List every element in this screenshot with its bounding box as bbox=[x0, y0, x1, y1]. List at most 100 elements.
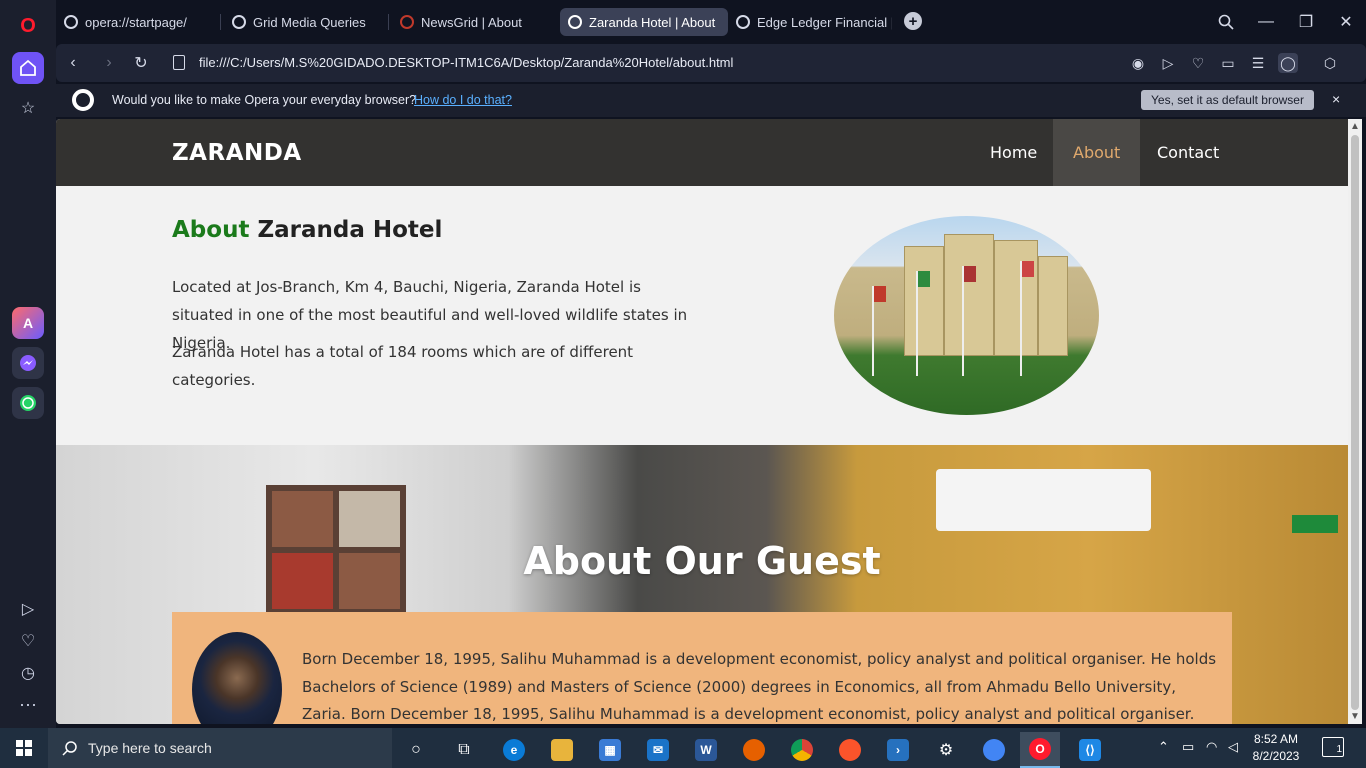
search-placeholder: Type here to search bbox=[88, 740, 212, 756]
new-tab-button[interactable]: + bbox=[904, 12, 922, 30]
globe-icon bbox=[232, 15, 246, 29]
tab-strip: opera://startpage/ Grid Media Queries Ne… bbox=[56, 0, 1366, 44]
web-viewport: ZARANDA Home About Contact About Zaranda… bbox=[56, 119, 1348, 724]
extensions-icon[interactable]: ⬡ bbox=[1320, 53, 1340, 73]
tab-title: Grid Media Queries bbox=[253, 14, 366, 30]
taskbar-search[interactable]: Type here to search bbox=[48, 728, 392, 768]
windows-taskbar: Type here to search ○ ⧉ e ▦ ✉ W › ⚙ O ⟨⟩… bbox=[0, 728, 1366, 768]
home-icon[interactable] bbox=[12, 52, 44, 84]
about-heading: About Zaranda Hotel bbox=[172, 217, 442, 243]
air-conditioner-image bbox=[936, 469, 1151, 531]
close-window-button[interactable]: ✕ bbox=[1334, 10, 1358, 34]
scroll-up-arrow-icon[interactable]: ▲ bbox=[1350, 121, 1360, 132]
aria-icon[interactable]: A bbox=[12, 307, 44, 339]
search-icon bbox=[62, 741, 77, 756]
tab-title: Edge Ledger Financial | Ac bbox=[757, 14, 892, 30]
page-scrollbar[interactable]: ▲ ▼ bbox=[1348, 119, 1362, 724]
tray-chevron-icon[interactable]: ⌃ bbox=[1158, 739, 1169, 755]
minimize-button[interactable]: — bbox=[1254, 10, 1278, 34]
scroll-down-arrow-icon[interactable]: ▼ bbox=[1350, 711, 1360, 722]
opera-taskbar-icon[interactable]: O bbox=[1020, 732, 1060, 768]
notification-count: 1 bbox=[1336, 744, 1342, 755]
word-icon[interactable]: W bbox=[686, 732, 726, 768]
nav-link-contact[interactable]: Contact bbox=[1137, 119, 1239, 186]
camera-icon[interactable]: ◉ bbox=[1128, 53, 1148, 73]
notification-button[interactable]: 1 bbox=[1322, 737, 1344, 757]
chrome-profile-icon[interactable] bbox=[974, 732, 1014, 768]
nav-link-about[interactable]: About bbox=[1053, 119, 1141, 186]
tab-title: NewsGrid | About bbox=[421, 14, 522, 30]
opera-sidebar: O ☆ A ▷ ♡ ◷ ··· bbox=[0, 0, 56, 728]
whatsapp-icon[interactable] bbox=[12, 387, 44, 419]
restore-button[interactable]: ❐ bbox=[1294, 10, 1318, 34]
banner-help-link[interactable]: How do I do that? bbox=[414, 93, 512, 107]
send-icon[interactable]: ▷ bbox=[1158, 53, 1178, 73]
firefox-icon[interactable] bbox=[734, 732, 774, 768]
store-icon[interactable]: ▦ bbox=[590, 732, 630, 768]
globe-icon bbox=[736, 15, 750, 29]
set-default-button[interactable]: Yes, set it as default browser bbox=[1141, 90, 1314, 110]
about-heading-accent: About bbox=[172, 217, 250, 243]
about-heading-rest: Zaranda Hotel bbox=[257, 217, 443, 243]
tab-zaranda-about[interactable]: Zaranda Hotel | About bbox=[560, 8, 728, 36]
nav-link-home[interactable]: Home bbox=[970, 119, 1057, 186]
close-icon[interactable]: × bbox=[1332, 91, 1340, 107]
history-icon[interactable]: ◷ bbox=[12, 657, 44, 689]
file-icon bbox=[173, 55, 185, 70]
forward-button[interactable]: › bbox=[98, 52, 120, 74]
clock-time: 8:52 AM bbox=[1253, 732, 1299, 746]
guest-bio: Born December 18, 1995, Salihu Muhammad … bbox=[302, 650, 1217, 723]
globe-icon bbox=[568, 15, 582, 29]
guest-avatar bbox=[192, 632, 282, 724]
clock[interactable]: 8:52 AM 8/2/2023 bbox=[1252, 731, 1300, 765]
heart-icon[interactable]: ♡ bbox=[1188, 53, 1208, 73]
edge-icon[interactable]: e bbox=[494, 732, 534, 768]
guest-section: About Our Guest Born December 18, 1995, … bbox=[56, 445, 1348, 724]
start-button[interactable] bbox=[0, 728, 48, 768]
volume-icon[interactable]: ◁ bbox=[1228, 739, 1238, 755]
exit-sign-image bbox=[1292, 515, 1338, 533]
cortana-icon[interactable]: ○ bbox=[396, 732, 436, 768]
brave-icon[interactable] bbox=[830, 732, 870, 768]
site-navbar: ZARANDA Home About Contact bbox=[56, 119, 1348, 186]
newsgrid-favicon-icon bbox=[400, 15, 414, 29]
search-tabs-icon[interactable] bbox=[1214, 10, 1238, 34]
messenger-icon[interactable] bbox=[12, 347, 44, 379]
easy-setup-icon[interactable]: ☰ bbox=[1248, 53, 1268, 73]
site-brand[interactable]: ZARANDA bbox=[172, 140, 302, 166]
chrome-icon[interactable] bbox=[782, 732, 822, 768]
guest-section-title: About Our Guest bbox=[523, 539, 881, 583]
heart-icon[interactable]: ♡ bbox=[12, 625, 44, 657]
file-explorer-icon[interactable] bbox=[542, 732, 582, 768]
tab-grid-media-queries[interactable]: Grid Media Queries bbox=[224, 8, 384, 36]
banner-question: Would you like to make Opera your everyd… bbox=[112, 93, 417, 107]
powershell-icon[interactable]: › bbox=[878, 732, 918, 768]
settings-icon[interactable]: ⚙ bbox=[926, 732, 966, 768]
tab-title: Zaranda Hotel | About bbox=[589, 14, 716, 30]
tab-title: opera://startpage/ bbox=[85, 14, 187, 30]
wifi-icon[interactable]: ◠ bbox=[1206, 739, 1217, 755]
tab-newsgrid[interactable]: NewsGrid | About bbox=[392, 8, 552, 36]
more-icon[interactable]: ··· bbox=[12, 688, 44, 720]
tab-edge-ledger[interactable]: Edge Ledger Financial | Ac bbox=[728, 8, 892, 36]
reload-button[interactable]: ↻ bbox=[130, 52, 152, 74]
address-bar: ‹ › ↻ file:///C:/Users/M.S%20GIDADO.DESK… bbox=[56, 44, 1366, 84]
mail-icon[interactable]: ✉ bbox=[638, 732, 678, 768]
clock-date: 8/2/2023 bbox=[1252, 749, 1300, 763]
windows-logo-icon bbox=[16, 740, 32, 756]
scroll-thumb[interactable] bbox=[1351, 135, 1359, 710]
task-view-icon[interactable]: ⧉ bbox=[444, 732, 484, 768]
battery-saver-icon[interactable]: ▭ bbox=[1218, 53, 1238, 73]
url-input[interactable]: file:///C:/Users/M.S%20GIDADO.DESKTOP-IT… bbox=[199, 55, 733, 70]
star-icon[interactable]: ☆ bbox=[12, 92, 44, 124]
guest-card: Born December 18, 1995, Salihu Muhammad … bbox=[172, 612, 1232, 724]
tab-startpage[interactable]: opera://startpage/ bbox=[56, 8, 216, 36]
opera-logo-icon bbox=[72, 89, 94, 111]
back-button[interactable]: ‹ bbox=[62, 52, 84, 74]
battery-icon[interactable]: ▭ bbox=[1182, 739, 1194, 755]
hotel-photo bbox=[834, 216, 1099, 415]
player-icon[interactable]: ▷ bbox=[12, 593, 44, 625]
profile-icon[interactable]: ◯ bbox=[1278, 53, 1298, 73]
opera-menu-icon[interactable]: O bbox=[12, 10, 44, 42]
vscode-icon[interactable]: ⟨⟩ bbox=[1070, 732, 1110, 768]
